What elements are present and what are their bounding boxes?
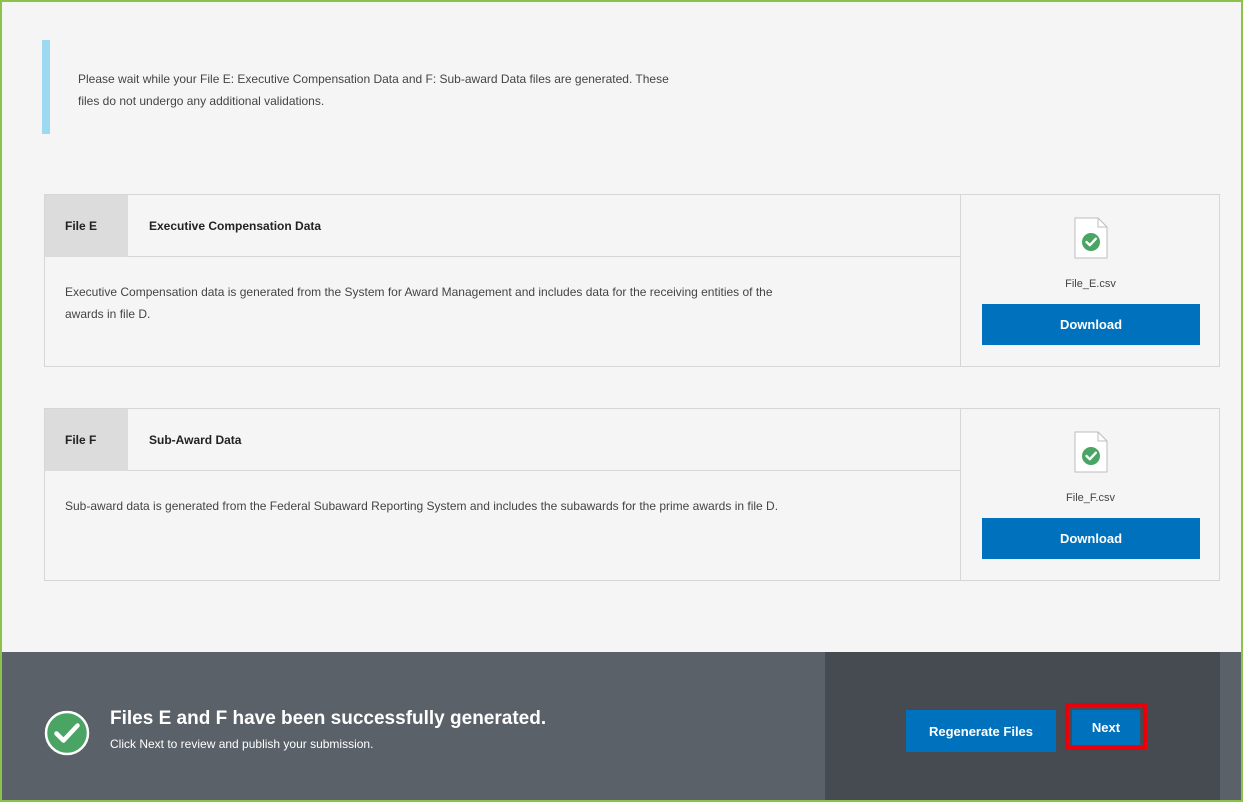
- download-file-e-button[interactable]: Download: [982, 304, 1200, 345]
- file-e-name: File_E.csv: [1065, 278, 1116, 290]
- file-check-icon: [1074, 431, 1108, 473]
- file-f-description: Sub-award data is generated from the Fed…: [65, 495, 945, 517]
- file-f-title: Sub-Award Data: [149, 433, 242, 447]
- file-e-description-line-1: Executive Compensation data is generated…: [65, 285, 773, 299]
- regenerate-files-button[interactable]: Regenerate Files: [906, 710, 1056, 752]
- next-button[interactable]: Next: [1072, 710, 1140, 745]
- file-e-title: Executive Compensation Data: [149, 219, 322, 233]
- file-e-description: Executive Compensation data is generated…: [65, 281, 945, 325]
- success-check-icon: [44, 710, 90, 756]
- file-e-download-panel: File_E.csv Download: [960, 195, 1219, 366]
- success-title: Files E and F have been successfully gen…: [110, 708, 547, 729]
- file-e-description-line-2: awards in file D.: [65, 307, 151, 321]
- file-e-header: File E Executive Compensation Data: [45, 195, 960, 257]
- generation-notice: Please wait while your File E: Executive…: [42, 40, 812, 134]
- next-button-highlight: Next: [1065, 703, 1147, 750]
- file-f-download-panel: File_F.csv Download: [960, 409, 1219, 580]
- file-f-tag: File F: [45, 409, 128, 471]
- file-f-description-line-1: Sub-award data is generated from the Fed…: [65, 499, 779, 513]
- status-footer: Files E and F have been successfully gen…: [2, 652, 1241, 800]
- footer-edge-strip: [1220, 652, 1241, 800]
- page-frame: Please wait while your File E: Executive…: [0, 0, 1243, 802]
- success-subtitle: Click Next to review and publish your su…: [110, 737, 374, 751]
- notice-line-2: files do not undergo any additional vali…: [78, 94, 325, 108]
- file-f-card: File F Sub-Award Data Sub-award data is …: [44, 408, 1220, 581]
- file-f-name: File_F.csv: [1066, 492, 1115, 504]
- file-check-icon: [1074, 217, 1108, 259]
- file-f-header: File F Sub-Award Data: [45, 409, 960, 471]
- file-e-card: File E Executive Compensation Data Execu…: [44, 194, 1220, 367]
- file-e-tag: File E: [45, 195, 128, 257]
- footer-actions: Regenerate Files Next: [825, 652, 1220, 800]
- download-file-f-button[interactable]: Download: [982, 518, 1200, 559]
- notice-line-1: Please wait while your File E: Executive…: [78, 72, 669, 86]
